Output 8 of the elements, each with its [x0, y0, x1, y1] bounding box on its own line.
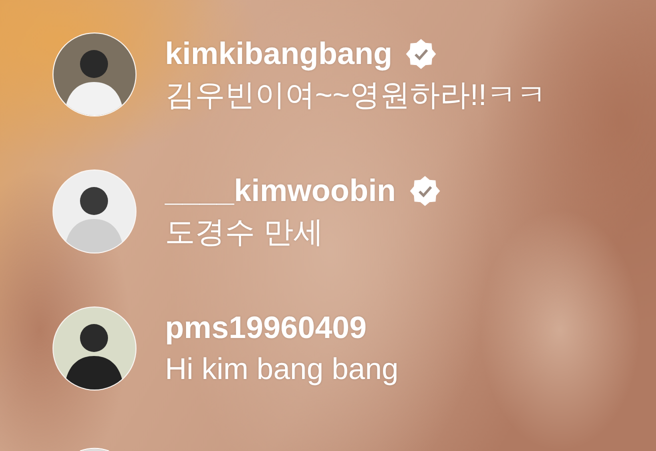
verified-badge-icon: [406, 38, 436, 68]
comment-text: Hi kim bang bang: [165, 352, 398, 388]
comment-text: 김우빈이여~~영원하라!!ㅋㅋ: [165, 78, 547, 114]
username[interactable]: pms19960409: [165, 308, 367, 346]
comment-text: 도경수 만세: [165, 214, 324, 250]
verified-badge-icon: [410, 176, 440, 206]
username[interactable]: ____kimwoobin: [165, 172, 396, 210]
username[interactable]: kimkibangbang: [165, 34, 392, 72]
